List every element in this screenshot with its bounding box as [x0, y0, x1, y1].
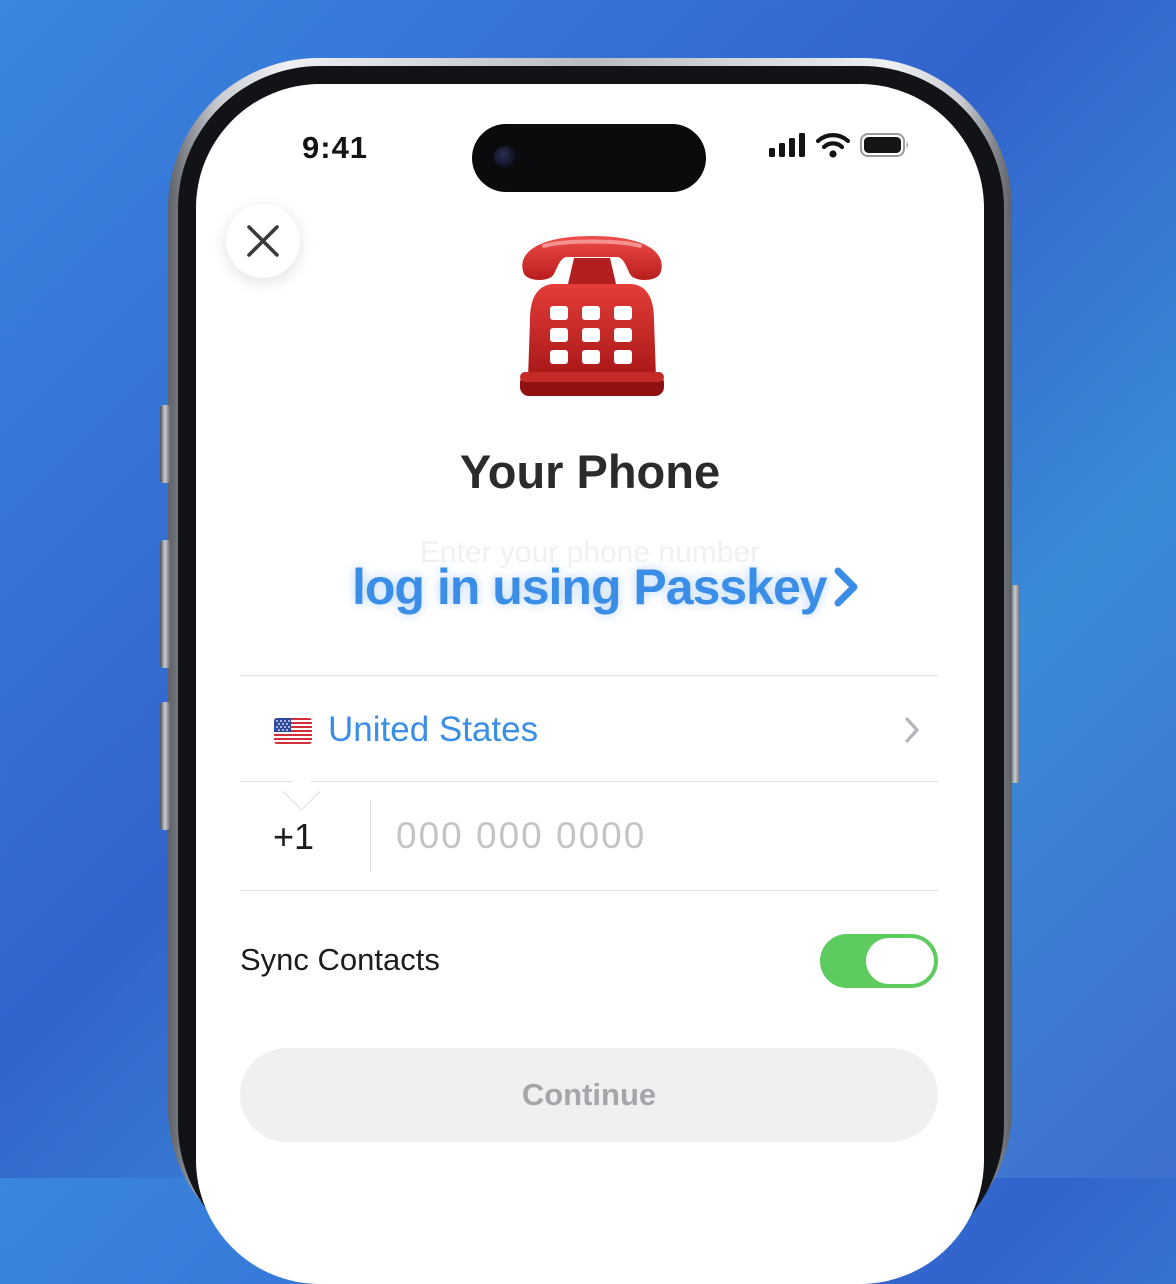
device-volume-down-button	[160, 702, 170, 830]
continue-button[interactable]: Continue	[240, 1048, 938, 1142]
passkey-login-link[interactable]: log in using Passkey	[352, 558, 859, 616]
sync-contacts-label: Sync Contacts	[240, 942, 440, 977]
us-flag-icon	[274, 718, 312, 744]
page-title: Your Phone	[459, 445, 721, 498]
front-camera-icon	[494, 146, 516, 168]
country-selector[interactable]: United States	[240, 684, 938, 780]
toggle-knob	[866, 938, 934, 984]
wifi-icon	[816, 133, 850, 158]
dynamic-island	[472, 124, 706, 192]
phone-screen: 9:41 Your Phone Enter your phone number …	[196, 84, 984, 1284]
phone-number-input[interactable]	[396, 806, 916, 866]
code-separator	[370, 800, 371, 872]
status-time: 9:41	[302, 130, 369, 165]
chevron-right-icon	[905, 717, 919, 743]
phone-number-row: +1	[240, 782, 938, 890]
cellular-signal-icon	[769, 133, 805, 157]
sync-contacts-row: Sync Contacts	[240, 920, 938, 1000]
battery-icon	[860, 133, 908, 157]
telephone-icon	[520, 236, 664, 396]
country-code[interactable]: +1	[273, 816, 314, 858]
device-power-button	[1010, 585, 1020, 783]
country-name: United States	[328, 710, 539, 749]
close-button[interactable]	[226, 204, 300, 278]
close-icon	[247, 225, 279, 257]
status-icons	[768, 132, 910, 158]
passkey-login-label: log in using Passkey	[352, 559, 828, 615]
device-action-button	[160, 405, 170, 483]
phone-divider	[240, 890, 938, 891]
sync-contacts-toggle[interactable]	[820, 934, 938, 988]
chevron-right-icon	[834, 567, 858, 607]
form-top-divider	[240, 675, 938, 676]
device-volume-up-button	[160, 540, 170, 668]
